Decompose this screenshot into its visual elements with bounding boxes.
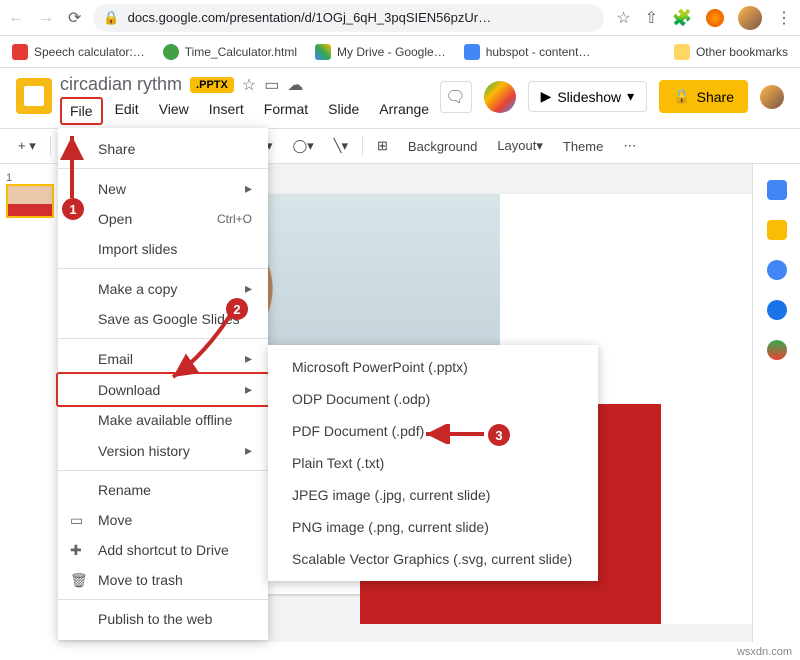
- bookmark-item[interactable]: hubspot - content…: [464, 44, 591, 60]
- file-menu-item[interactable]: Publish to the web: [58, 604, 268, 634]
- move-icon[interactable]: ▭: [264, 75, 279, 95]
- bookmark-item[interactable]: Time_Calculator.html: [163, 44, 297, 60]
- pptx-badge: .PPTX: [190, 77, 234, 93]
- cloud-status-icon[interactable]: ☁: [287, 75, 303, 95]
- file-menu-item[interactable]: Version history▸: [58, 435, 268, 466]
- folder-icon: [674, 44, 690, 60]
- download-menu-item[interactable]: Microsoft PowerPoint (.pptx): [268, 351, 598, 383]
- shape-tool[interactable]: ◯▾: [287, 134, 320, 158]
- keep-icon[interactable]: [767, 220, 787, 240]
- menu-edit[interactable]: Edit: [107, 97, 147, 125]
- url-text: docs.google.com/presentation/d/1OGj_6qH_…: [128, 10, 492, 25]
- account-avatar[interactable]: [760, 85, 784, 109]
- file-menu-item[interactable]: OpenCtrl+O: [58, 204, 268, 234]
- bookmark-icon: [163, 44, 179, 60]
- menu-insert[interactable]: Insert: [201, 97, 252, 125]
- download-menu-item[interactable]: Plain Text (.txt): [268, 447, 598, 479]
- reload-icon[interactable]: ⟳: [68, 8, 81, 28]
- comments-button[interactable]: 🗨: [440, 81, 472, 113]
- menu-view[interactable]: View: [151, 97, 197, 125]
- slide-thumbnail[interactable]: [6, 184, 54, 218]
- menu-slide[interactable]: Slide: [320, 97, 367, 125]
- download-menu-item[interactable]: ODP Document (.odp): [268, 383, 598, 415]
- download-menu-item[interactable]: Scalable Vector Graphics (.svg, current …: [268, 543, 598, 575]
- lock-icon: 🔒: [103, 10, 119, 26]
- chevron-down-icon: ▾: [627, 88, 634, 105]
- thumb-number: 1: [0, 172, 59, 184]
- share-page-icon[interactable]: ⇧: [645, 8, 658, 28]
- file-menu-item[interactable]: Import slides: [58, 234, 268, 264]
- menu-arrange[interactable]: Arrange: [371, 97, 437, 125]
- file-menu-item[interactable]: ▭Move: [58, 505, 268, 535]
- background-button[interactable]: Background: [402, 135, 483, 158]
- new-slide-button[interactable]: + ▾: [12, 134, 42, 158]
- doc-title[interactable]: circadian rythm: [60, 74, 182, 95]
- drive-icon: [315, 44, 331, 60]
- star-icon[interactable]: ☆: [616, 8, 630, 28]
- tasks-icon[interactable]: [767, 260, 787, 280]
- bookmark-item[interactable]: Speech calculator:…: [12, 44, 145, 60]
- other-bookmarks[interactable]: Other bookmarks: [674, 44, 788, 60]
- file-menu-item[interactable]: 🗑Move to trash: [58, 565, 268, 595]
- callout-3: 3: [488, 424, 510, 446]
- file-menu-item[interactable]: ✚Add shortcut to Drive: [58, 535, 268, 565]
- watermark: wsxdn.com: [737, 646, 792, 658]
- bookmark-item[interactable]: My Drive - Google…: [315, 44, 446, 60]
- meet-icon[interactable]: [484, 81, 516, 113]
- download-menu-item[interactable]: JPEG image (.jpg, current slide): [268, 479, 598, 511]
- extension-1-icon[interactable]: [706, 9, 724, 27]
- download-menu-item[interactable]: PNG image (.png, current slide): [268, 511, 598, 543]
- calendar-icon[interactable]: [767, 180, 787, 200]
- menu-format[interactable]: Format: [256, 97, 316, 125]
- more-toolbar-icon[interactable]: ⋯: [617, 134, 642, 158]
- callout-2: 2: [226, 298, 248, 320]
- file-menu-item[interactable]: Make available offline: [58, 405, 268, 435]
- docs-icon: [464, 44, 480, 60]
- file-menu-item[interactable]: Rename: [58, 475, 268, 505]
- line-tool[interactable]: ╲▾: [328, 134, 354, 158]
- contacts-icon[interactable]: [767, 300, 787, 320]
- slideshow-button[interactable]: ▶ Slideshow ▾: [528, 81, 648, 112]
- back-icon[interactable]: ←: [8, 9, 24, 27]
- layout-button[interactable]: Layout▾: [491, 134, 549, 158]
- maps-icon[interactable]: [767, 340, 787, 360]
- extensions-icon[interactable]: 🧩: [672, 8, 692, 28]
- star-icon[interactable]: ☆: [242, 75, 256, 95]
- menu-file[interactable]: File: [60, 97, 103, 125]
- callout-1: 1: [62, 198, 84, 220]
- text-box-tool[interactable]: ⊞: [371, 134, 394, 158]
- forward-icon[interactable]: →: [38, 9, 54, 27]
- browser-profile-avatar[interactable]: [738, 6, 762, 30]
- bookmark-icon: [12, 44, 28, 60]
- theme-button[interactable]: Theme: [557, 135, 609, 158]
- share-button[interactable]: 🔒 Share: [659, 80, 748, 113]
- browser-menu-icon[interactable]: ⋮: [776, 8, 792, 28]
- address-bar[interactable]: 🔒 docs.google.com/presentation/d/1OGj_6q…: [93, 4, 604, 32]
- slides-logo-icon[interactable]: [16, 78, 52, 114]
